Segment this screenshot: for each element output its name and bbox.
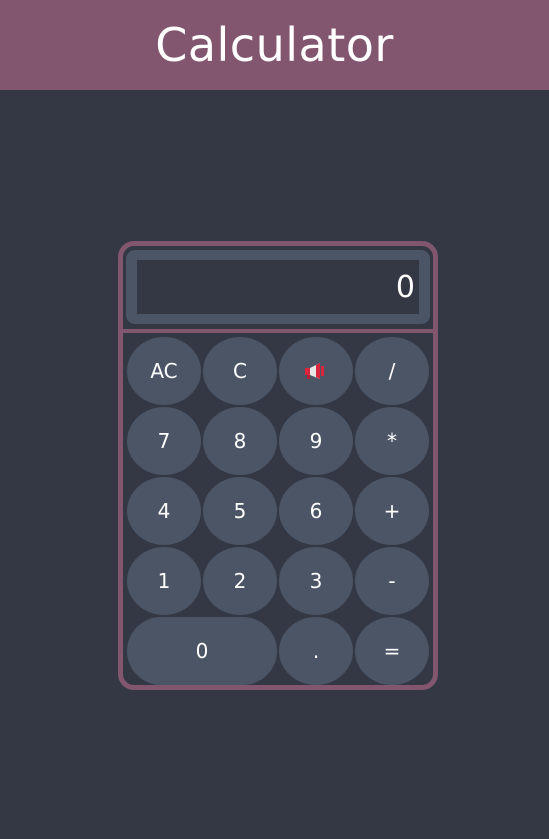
display-value: 0: [395, 269, 415, 305]
key-0-button[interactable]: 0: [127, 617, 277, 685]
display-frame: 0: [126, 250, 430, 324]
megaphone-icon: [304, 361, 328, 381]
key-8-button[interactable]: 8: [203, 407, 277, 475]
calculator: 0 AC C / 7 8 9 * 4 5 6 + 1 2 3 - 0 . =: [118, 241, 438, 690]
key-3-button[interactable]: 3: [279, 547, 353, 615]
keypad: AC C / 7 8 9 * 4 5 6 + 1 2 3 - 0 . =: [127, 337, 431, 687]
key-6-button[interactable]: 6: [279, 477, 353, 545]
minus-button[interactable]: -: [355, 547, 429, 615]
speaker-button[interactable]: [279, 337, 353, 405]
key-2-button[interactable]: 2: [203, 547, 277, 615]
key-4-button[interactable]: 4: [127, 477, 201, 545]
key-1-button[interactable]: 1: [127, 547, 201, 615]
app-header: Calculator: [0, 0, 549, 90]
clear-button[interactable]: C: [203, 337, 277, 405]
plus-button[interactable]: +: [355, 477, 429, 545]
divide-button[interactable]: /: [355, 337, 429, 405]
divider: [123, 329, 433, 333]
equals-button[interactable]: =: [355, 617, 429, 685]
key-7-button[interactable]: 7: [127, 407, 201, 475]
page-title: Calculator: [155, 18, 394, 72]
key-9-button[interactable]: 9: [279, 407, 353, 475]
multiply-button[interactable]: *: [355, 407, 429, 475]
decimal-button[interactable]: .: [279, 617, 353, 685]
key-5-button[interactable]: 5: [203, 477, 277, 545]
all-clear-button[interactable]: AC: [127, 337, 201, 405]
display-screen: 0: [137, 260, 419, 314]
